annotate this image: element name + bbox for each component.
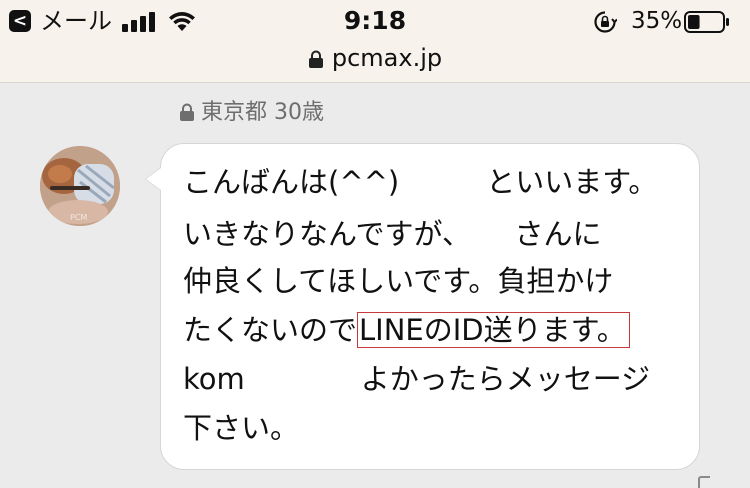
avatar-photo: PCM (40, 146, 120, 226)
scroll-indicator (698, 476, 710, 488)
sender-info: 東京都 30歳 (179, 98, 324, 128)
svg-text:PCM: PCM (70, 213, 87, 222)
message-line-4: たくないのでLINEのID送ります。 (183, 310, 630, 350)
browser-top-bar: < メール 9:18 35% pcmax.jp (0, 0, 750, 83)
message-line-3: 仲良くしてほしいです。負担かけ (183, 264, 614, 298)
avatar[interactable]: PCM (40, 146, 120, 226)
bubble-tail (146, 168, 161, 190)
status-bar: < メール 9:18 35% (0, 4, 750, 40)
battery-icon (684, 11, 729, 33)
battery-percentage: 35% (631, 8, 683, 34)
highlighted-line-id-text: LINEのID送ります。 (357, 312, 630, 348)
message-line-1: こんばんは(^^) といいます。 (183, 165, 658, 199)
rotation-lock-icon (594, 11, 617, 33)
sender-location-age: 東京都 30歳 (201, 100, 324, 125)
message-line-2: いきなりなんですが、 さんに (183, 217, 602, 251)
url-text[interactable]: pcmax.jp (332, 44, 442, 72)
message-line-6: 下さい。 (183, 411, 300, 445)
message-line-5: kom よかったらメッセージ (183, 362, 651, 396)
message-line-4-start: たくないので (183, 313, 358, 347)
address-bar[interactable]: pcmax.jp (0, 42, 750, 74)
lock-icon (308, 50, 323, 68)
lock-icon (180, 103, 194, 121)
